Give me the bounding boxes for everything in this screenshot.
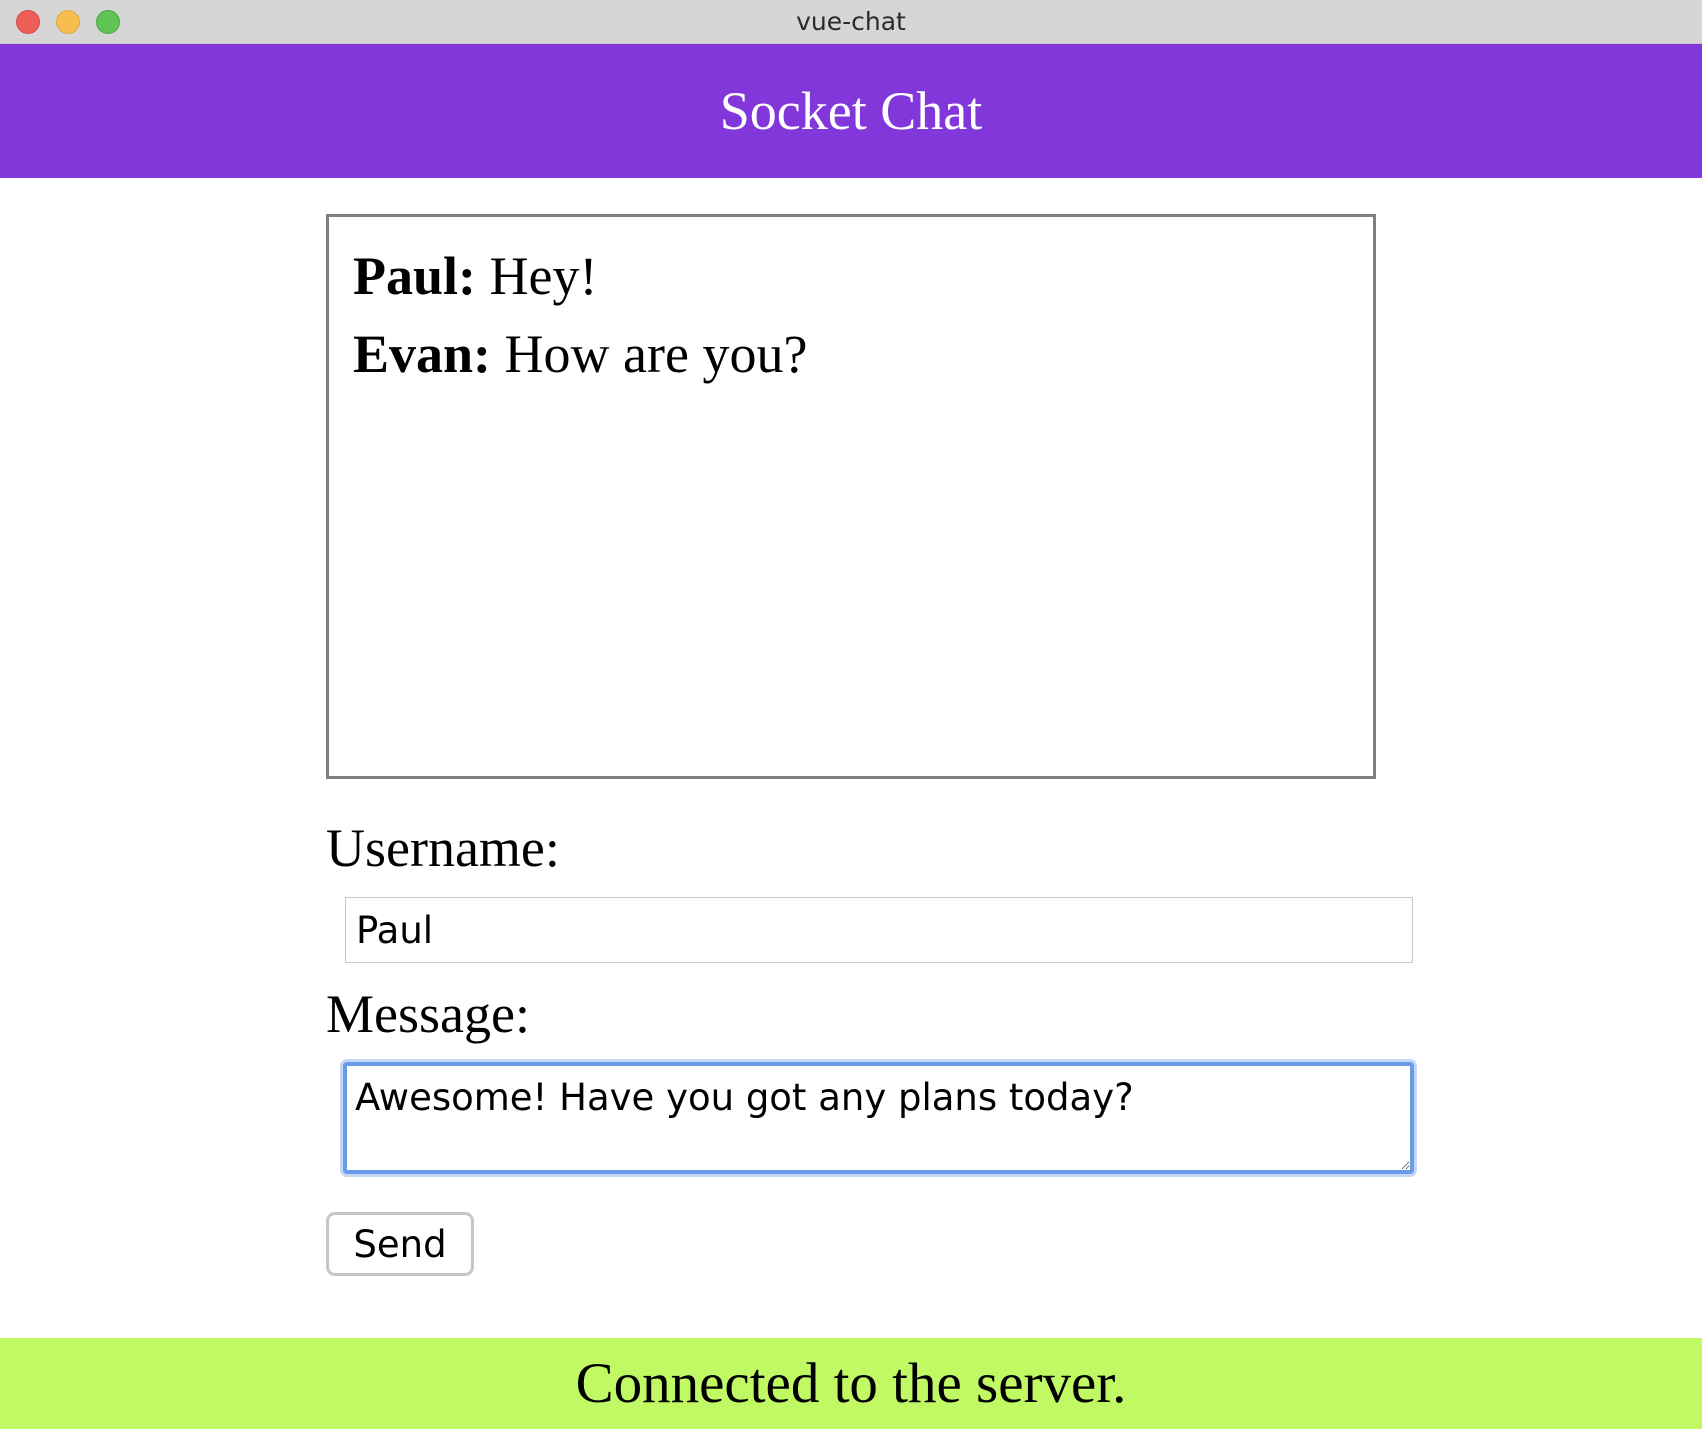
- message-author: Paul:: [353, 246, 477, 306]
- window-title: vue-chat: [796, 7, 906, 36]
- username-label: Username:: [326, 818, 560, 878]
- message-label: Message:: [326, 984, 530, 1044]
- message-item: Evan: How are you?: [353, 315, 1349, 393]
- window-titlebar: vue-chat: [0, 0, 1702, 44]
- connection-status-bar: Connected to the server.: [0, 1338, 1702, 1429]
- message-text: Hey!: [476, 246, 598, 306]
- message-author: Evan:: [353, 324, 492, 384]
- message-list: Paul: Hey! Evan: How are you?: [326, 214, 1376, 779]
- send-button[interactable]: Send: [326, 1212, 474, 1276]
- message-input[interactable]: Awesome! Have you got any plans today?: [343, 1062, 1414, 1174]
- message-item: Paul: Hey!: [353, 237, 1349, 315]
- message-text: How are you?: [491, 324, 808, 384]
- app-header: Socket Chat: [0, 44, 1702, 178]
- username-input[interactable]: [345, 897, 1413, 963]
